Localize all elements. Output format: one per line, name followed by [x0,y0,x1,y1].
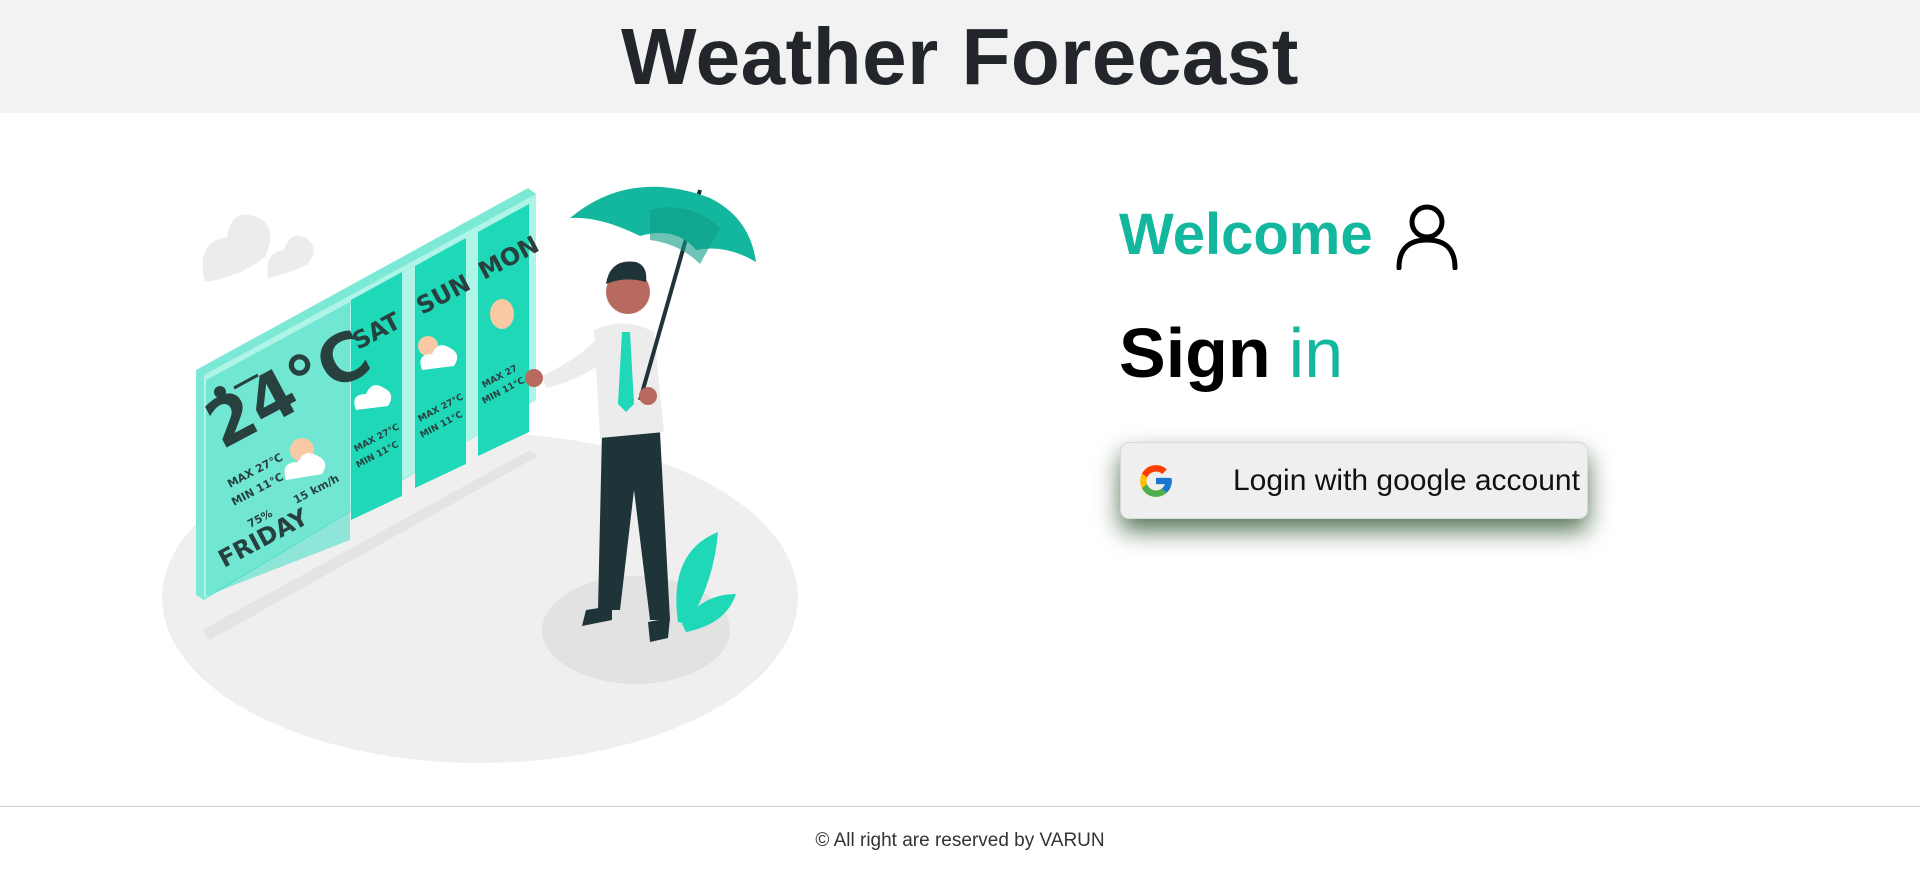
google-login-button[interactable]: Login with google account [1120,442,1588,519]
google-login-label: Login with google account [1233,463,1580,497]
person-hand [639,387,657,405]
footer-divider [0,806,1920,807]
signin-in-word: in [1288,314,1344,392]
weather-illustration: 24°C FRIDAY MAX 27°C MIN 11°C 75% 15 km/… [150,170,810,770]
signin-sign-word: Sign [1119,314,1271,392]
sky-clouds [202,214,314,282]
user-icon [1395,200,1459,271]
signin-heading: Sign in [1119,318,1343,388]
footer-copyright: © All right are reserved by VARUN [815,830,1105,851]
page-title: Weather Forecast [621,11,1299,101]
weather-illustration-svg: 24°C FRIDAY MAX 27°C MIN 11°C 75% 15 km/… [162,186,798,763]
person-arm [542,340,606,388]
google-icon [1137,462,1175,500]
header-bar: Weather Forecast [0,0,1920,113]
welcome-text: Welcome [1119,202,1373,267]
person-hand [525,369,543,387]
welcome-heading: Welcome [1119,200,1459,271]
cloud-icon [267,235,314,278]
sun-icon [490,299,514,329]
cloud-icon [202,214,271,282]
location-pin-icon [214,386,226,398]
